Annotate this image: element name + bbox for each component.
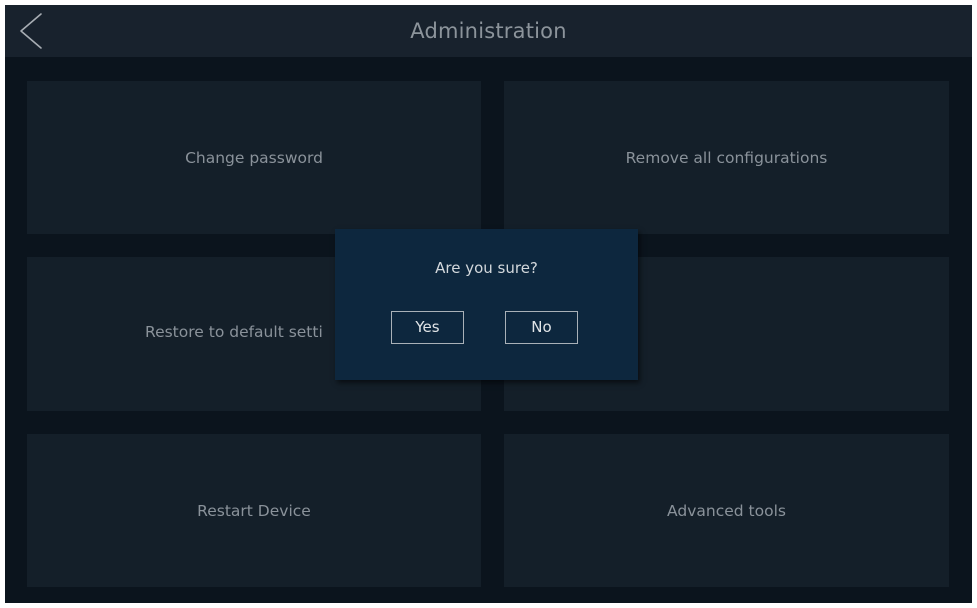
admin-screen: Administration Change password Remove al… xyxy=(5,5,972,603)
change-password-button[interactable]: Change password xyxy=(27,81,481,234)
tile-label: Change password xyxy=(185,148,323,167)
tile-label: Restart Device xyxy=(197,501,311,520)
tile-label: Advanced tools xyxy=(667,501,786,520)
no-button[interactable]: No xyxy=(505,311,578,344)
back-button[interactable] xyxy=(13,11,49,51)
confirm-dialog: Are you sure? Yes No xyxy=(335,229,638,380)
restart-device-button[interactable]: Restart Device xyxy=(27,434,481,587)
page-title: Administration xyxy=(410,19,567,43)
chevron-left-icon xyxy=(20,13,42,49)
tile-label: Remove all configurations xyxy=(625,148,828,167)
remove-all-configurations-button[interactable]: Remove all configurations xyxy=(504,81,949,234)
dialog-message: Are you sure? xyxy=(435,259,538,277)
yes-button[interactable]: Yes xyxy=(391,311,464,344)
tile-label: Restore to default setti xyxy=(145,323,323,341)
header-bar: Administration xyxy=(5,5,972,57)
advanced-tools-button[interactable]: Advanced tools xyxy=(504,434,949,587)
